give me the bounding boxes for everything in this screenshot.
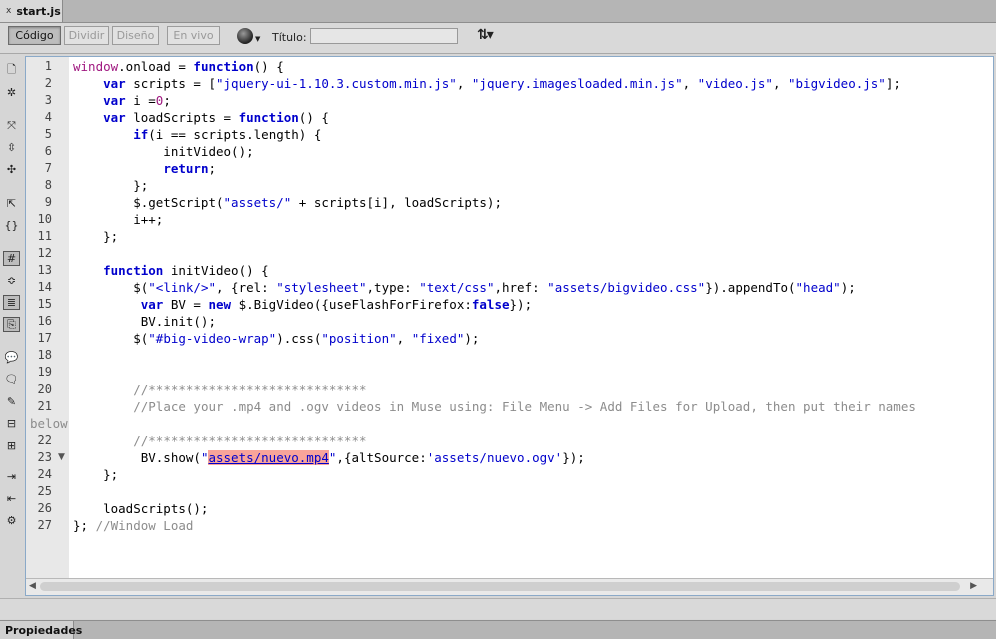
remove-comment-icon[interactable]: 🗨 [3, 372, 20, 387]
line-number: 9 [44, 195, 52, 209]
line-number: 4 [44, 110, 52, 124]
document-tab-bar: x start.js [0, 0, 996, 23]
line-number: 3 [44, 93, 52, 107]
code-line: BV.init(); [73, 314, 216, 329]
collapse-full-tag-icon[interactable]: ⤧ [3, 118, 20, 133]
line-number: 22 [37, 433, 52, 447]
split-view-button[interactable]: Dividir [64, 26, 109, 45]
live-view-button[interactable]: En vivo [167, 26, 220, 45]
line-number: 26 [37, 501, 52, 515]
code-line-wrapped: below [30, 416, 68, 431]
line-number: 1 [44, 59, 52, 73]
fold-arrow-icon[interactable]: ▼ [58, 449, 65, 466]
code-line: i++; [73, 212, 164, 227]
line-number: 17 [37, 331, 52, 345]
highlight-invalid-code-icon[interactable]: ≎ [3, 273, 20, 288]
scrollbar-thumb[interactable] [40, 582, 960, 591]
scroll-left-icon[interactable]: ◀ [29, 581, 36, 591]
properties-panel-bar: Propiedades [0, 620, 996, 639]
line-number: 18 [37, 348, 52, 362]
code-line: BV.show("assets/nuevo.mp4",{altSource:'a… [73, 450, 585, 465]
line-number: 19 [37, 365, 52, 379]
title-input[interactable] [310, 28, 458, 44]
status-bar [0, 598, 996, 619]
scroll-right-icon[interactable]: ▶ [970, 581, 977, 591]
code-line: }; [73, 229, 119, 244]
code-line: return; [163, 161, 216, 176]
wrap-tag-icon[interactable]: ✎ [3, 394, 20, 409]
move-css-icon[interactable]: ⊞ [3, 438, 20, 453]
coding-toolbar: 🗋 ✲ ⤧ ⇳ ✣ ⇱ {} # ≎ ≣ ⎘ 💬 🗨 ✎ ⊟ ⊞ ⇥ ⇤ ⚙ [0, 56, 24, 596]
code-line: $("<link/>", {rel: "stylesheet",type: "t… [73, 280, 856, 295]
line-number: 25 [37, 484, 52, 498]
close-tab-icon[interactable]: x [6, 6, 11, 16]
line-number: 14 [37, 280, 52, 294]
select-parent-tag-icon[interactable]: ⇱ [3, 196, 20, 211]
format-source-code-icon[interactable]: ⚙ [3, 513, 20, 528]
line-number: 23 [37, 450, 52, 464]
globe-icon[interactable] [237, 28, 253, 44]
line-number: 24 [37, 467, 52, 481]
line-number: 10 [37, 212, 52, 226]
line-number: 27 [37, 518, 52, 532]
word-wrap-icon[interactable]: ≣ [3, 295, 20, 310]
document-toolbar: Código Dividir Diseño En vivo ▼ Título: … [0, 23, 996, 54]
code-line: loadScripts(); [73, 501, 209, 516]
code-editor[interactable]: 1 2 3 4 5 6 7 8 9 10 11 12 13 14 15 16 1… [25, 56, 994, 596]
code-line: $("#big-video-wrap").css("position", "fi… [73, 331, 480, 346]
line-number: 5 [44, 127, 52, 141]
expand-all-icon[interactable]: ✣ [3, 162, 20, 177]
document-tab-start-js[interactable]: x start.js [0, 0, 63, 22]
line-number: 20 [37, 382, 52, 396]
outdent-code-icon[interactable]: ⇤ [3, 491, 20, 506]
code-line: var i =0; [103, 93, 171, 108]
code-line: var loadScripts = function() { [103, 110, 329, 125]
chevron-down-icon[interactable]: ▼ [255, 35, 260, 43]
code-line: initVideo(); [73, 144, 254, 159]
apply-comment-icon[interactable]: 💬 [3, 350, 20, 365]
code-line: }; [73, 467, 119, 482]
recent-snippets-icon[interactable]: ⊟ [3, 416, 20, 431]
show-code-navigator-icon[interactable]: ✲ [3, 85, 20, 100]
code-view-button[interactable]: Código [8, 26, 61, 45]
line-number: 12 [37, 246, 52, 260]
line-number: 15 [37, 297, 52, 311]
file-management-icon[interactable]: ⇅▾ [477, 27, 494, 43]
title-label: Título: [272, 31, 307, 44]
line-number: 2 [44, 76, 52, 90]
code-line: window.onload = function() { [73, 59, 284, 74]
code-line: //***************************** [133, 382, 367, 397]
document-tab-label: start.js [16, 4, 61, 18]
line-number: 6 [44, 144, 52, 158]
indent-code-icon[interactable]: ⇥ [3, 469, 20, 484]
line-number: 16 [37, 314, 52, 328]
line-number: 13 [37, 263, 52, 277]
code-line: if(i == scripts.length) { [133, 127, 322, 142]
line-number: 21 [37, 399, 52, 413]
horizontal-scrollbar[interactable]: ◀ ▶ [26, 578, 993, 595]
code-line: }; [73, 178, 149, 193]
collapse-selection-icon[interactable]: ⇳ [3, 140, 20, 155]
code-line: function initVideo() { [103, 263, 269, 278]
line-numbers-icon[interactable]: # [3, 251, 20, 266]
line-number: 8 [44, 178, 52, 192]
design-view-button[interactable]: Diseño [112, 26, 159, 45]
code-line: //***************************** [133, 433, 367, 448]
line-number: 11 [37, 229, 52, 243]
code-line: $.getScript("assets/" + scripts[i], load… [73, 195, 502, 210]
open-documents-icon[interactable]: 🗋 [3, 63, 20, 78]
syntax-coloring-icon[interactable]: ⎘ [3, 317, 20, 332]
balance-braces-icon[interactable]: {} [3, 218, 20, 233]
code-line: var BV = new $.BigVideo({useFlashForFire… [140, 297, 533, 312]
code-line: var scripts = ["jquery-ui-1.10.3.custom.… [103, 76, 901, 91]
properties-tab[interactable]: Propiedades [0, 621, 82, 639]
line-number: 7 [44, 161, 52, 175]
code-line: //Place your .mp4 and .ogv videos in Mus… [133, 399, 916, 414]
code-line: }; //Window Load [73, 518, 194, 533]
